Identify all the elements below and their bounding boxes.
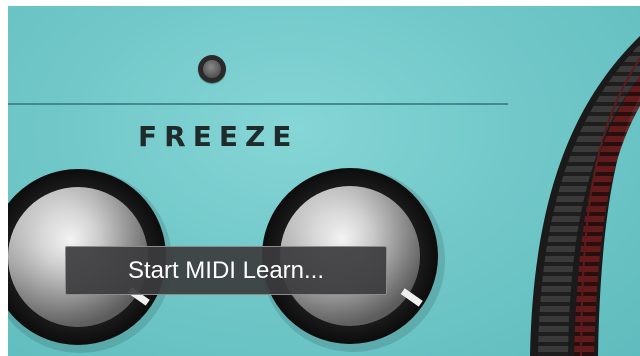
section-divider [8,103,508,105]
level-meter [530,36,640,356]
indicator-light-icon [198,55,226,83]
plugin-window: FREEZE Start MIDI Learn... [0,0,640,356]
freeze-label: FREEZE [138,120,299,153]
start-midi-learn-menu-item[interactable]: Start MIDI Learn... [66,247,386,294]
indicator-light-lens [203,60,221,78]
effect-panel: FREEZE Start MIDI Learn... [8,6,640,356]
knob-and-meter-graphics [8,36,640,356]
context-menu: Start MIDI Learn... [65,246,387,295]
